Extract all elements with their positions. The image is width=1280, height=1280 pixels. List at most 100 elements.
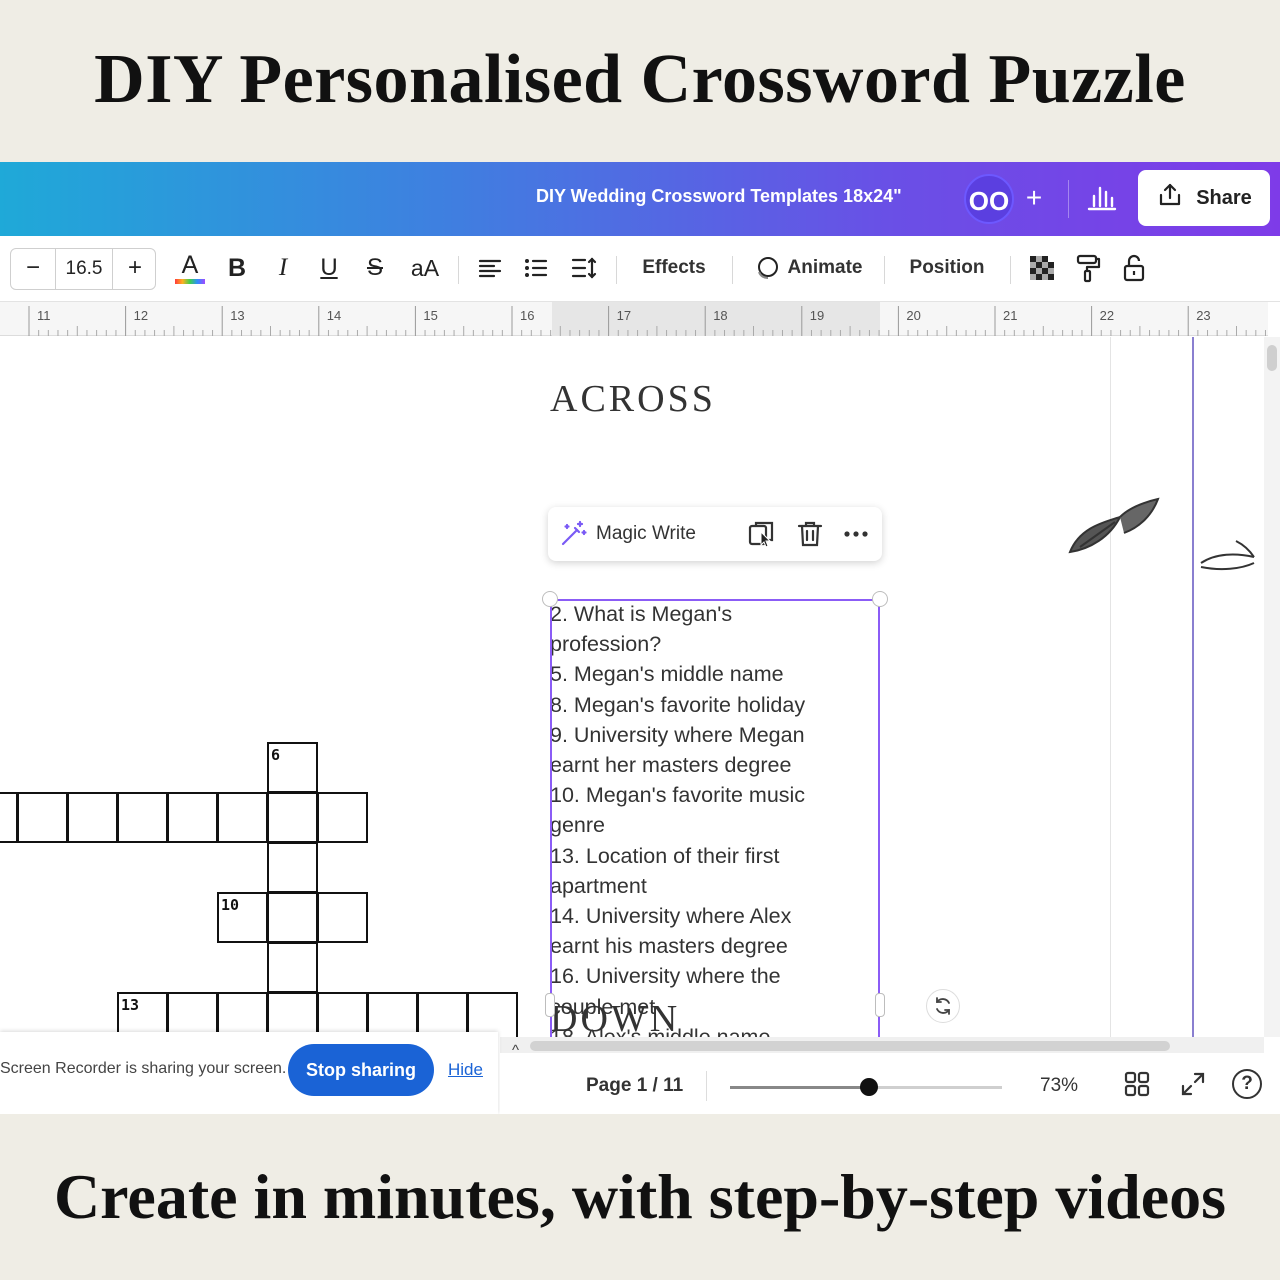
effects-button[interactable]: Effects	[628, 246, 720, 290]
ruler-label: 21	[1003, 308, 1018, 323]
editor-header: DIY Wedding Crossword Templates 18x24" O…	[0, 162, 1280, 236]
element-floating-toolbar: Magic Write	[548, 507, 882, 561]
design-canvas[interactable]: 610131617 ACROSS 2. What is Megan'sprofe…	[0, 337, 1264, 1037]
footer-divider	[706, 1071, 707, 1101]
fullscreen-icon[interactable]	[1178, 1069, 1208, 1099]
ruler-label: 17	[616, 308, 632, 323]
underline-icon[interactable]: U	[310, 246, 348, 290]
ruler-label: 20	[906, 308, 921, 323]
cell-number: 10	[221, 896, 240, 914]
crossword-cell[interactable]	[17, 792, 68, 843]
resize-handle-top-left[interactable]	[542, 591, 558, 607]
italic-icon[interactable]: I	[264, 246, 302, 290]
font-size-input[interactable]: 16.5	[55, 249, 113, 289]
zoom-slider-fill	[730, 1086, 869, 1089]
crossword-cell[interactable]	[267, 792, 318, 843]
bold-icon[interactable]: B	[218, 246, 256, 290]
rotate-handle[interactable]	[926, 989, 960, 1023]
toolbar-divider	[1010, 256, 1011, 284]
crossword-cell[interactable]	[267, 842, 318, 893]
crossword-cell[interactable]	[0, 792, 18, 843]
resize-handle-top-right[interactable]	[872, 591, 888, 607]
bar-chart-icon[interactable]	[1080, 176, 1124, 220]
collaborator-avatar[interactable]: OO	[964, 174, 1014, 224]
trash-icon[interactable]	[794, 518, 826, 550]
crossword-cell[interactable]	[167, 992, 218, 1037]
align-left-icon[interactable]	[470, 246, 510, 290]
page-edge-line	[1192, 337, 1194, 1037]
duplicate-icon[interactable]	[746, 518, 778, 550]
share-label: Share	[1196, 186, 1252, 209]
share-button[interactable]: Share	[1138, 170, 1270, 226]
transparency-icon[interactable]	[1022, 246, 1062, 290]
crossword-cell[interactable]	[367, 992, 418, 1037]
rotate-icon	[936, 997, 950, 1015]
position-button[interactable]: Position	[896, 246, 998, 290]
paint-roller-icon[interactable]	[1068, 246, 1108, 290]
bullet-list-icon[interactable]	[516, 246, 556, 290]
page-guide-line	[1110, 337, 1111, 1037]
crossword-cell[interactable]	[317, 792, 368, 843]
text-color-button[interactable]: A	[170, 246, 210, 290]
crossword-cell[interactable]	[217, 792, 268, 843]
zoom-slider-thumb[interactable]	[859, 1078, 878, 1096]
vertical-scrollbar[interactable]	[1264, 337, 1280, 1037]
grid-view-icon[interactable]	[1122, 1069, 1152, 1099]
magic-wand-icon	[561, 520, 587, 546]
hide-link[interactable]: Hide	[448, 1060, 483, 1080]
toolbar-divider	[732, 256, 733, 284]
screen-sharing-banner: Screen Recorder is sharing your screen. …	[0, 1032, 498, 1114]
page-indicator[interactable]: Page 1 / 11	[586, 1075, 683, 1097]
more-icon[interactable]	[840, 518, 872, 550]
resize-handle-right[interactable]	[875, 993, 885, 1017]
horizontal-scroll-thumb[interactable]	[530, 1041, 1170, 1051]
crossword-cell[interactable]: 10	[217, 892, 268, 943]
ruler-label: 12	[133, 308, 149, 323]
strikethrough-icon[interactable]: S	[356, 246, 394, 290]
toolbar-divider	[458, 256, 459, 284]
crossword-cell[interactable]: 13	[117, 992, 168, 1037]
vertical-scroll-thumb[interactable]	[1267, 345, 1277, 371]
crossword-cell[interactable]	[467, 992, 518, 1037]
crossword-cell[interactable]	[117, 792, 168, 843]
crossword-cell[interactable]	[217, 992, 268, 1037]
stop-sharing-button[interactable]: Stop sharing	[288, 1044, 434, 1096]
ruler-label: 19	[809, 308, 825, 323]
editor-footer: Page 1 / 11 73% ?	[500, 1053, 1280, 1114]
crossword-cell[interactable]	[317, 992, 368, 1037]
toolbar-divider	[616, 256, 617, 284]
font-size-stepper: − 16.5 +	[10, 248, 156, 290]
document-title[interactable]: DIY Wedding Crossword Templates 18x24"	[536, 186, 902, 207]
increase-font-size-button[interactable]: +	[113, 249, 157, 289]
animate-button[interactable]: Animate	[744, 246, 872, 290]
crossword-cell[interactable]: 6	[267, 742, 318, 793]
ruler-label: 23	[1196, 308, 1211, 323]
letter-case-icon[interactable]: aA	[402, 246, 448, 290]
crossword-cell[interactable]	[267, 892, 318, 943]
plus-icon[interactable]: +	[1018, 176, 1050, 220]
lock-icon[interactable]	[1114, 246, 1154, 290]
crossword-cell[interactable]	[67, 792, 118, 843]
cell-number: 13	[121, 996, 140, 1014]
magic-write-button[interactable]: Magic Write	[558, 513, 696, 555]
resize-handle-left[interactable]	[545, 993, 555, 1017]
ruler-label: 13	[230, 308, 245, 323]
zoom-slider[interactable]	[730, 1078, 1002, 1096]
crossword-cell[interactable]	[317, 892, 368, 943]
crossword-cell[interactable]	[167, 792, 218, 843]
leaf-decoration	[1068, 497, 1160, 554]
horizontal-scrollbar[interactable]	[500, 1037, 1264, 1053]
crossword-cell[interactable]	[267, 992, 318, 1037]
selected-text-box[interactable]	[550, 599, 880, 1037]
ruler-label: 14	[326, 308, 342, 323]
promo-headline-bottom: Create in minutes, with step-by-step vid…	[53, 1161, 1227, 1232]
across-heading[interactable]: ACROSS	[550, 377, 716, 421]
crossword-cell[interactable]	[267, 942, 318, 993]
decrease-font-size-button[interactable]: −	[11, 249, 55, 289]
upload-share-icon	[1156, 181, 1184, 215]
line-spacing-icon[interactable]	[564, 246, 604, 290]
animate-icon	[757, 257, 778, 279]
help-icon[interactable]: ?	[1232, 1069, 1262, 1099]
zoom-level[interactable]: 73%	[1040, 1075, 1078, 1097]
crossword-cell[interactable]	[417, 992, 468, 1037]
